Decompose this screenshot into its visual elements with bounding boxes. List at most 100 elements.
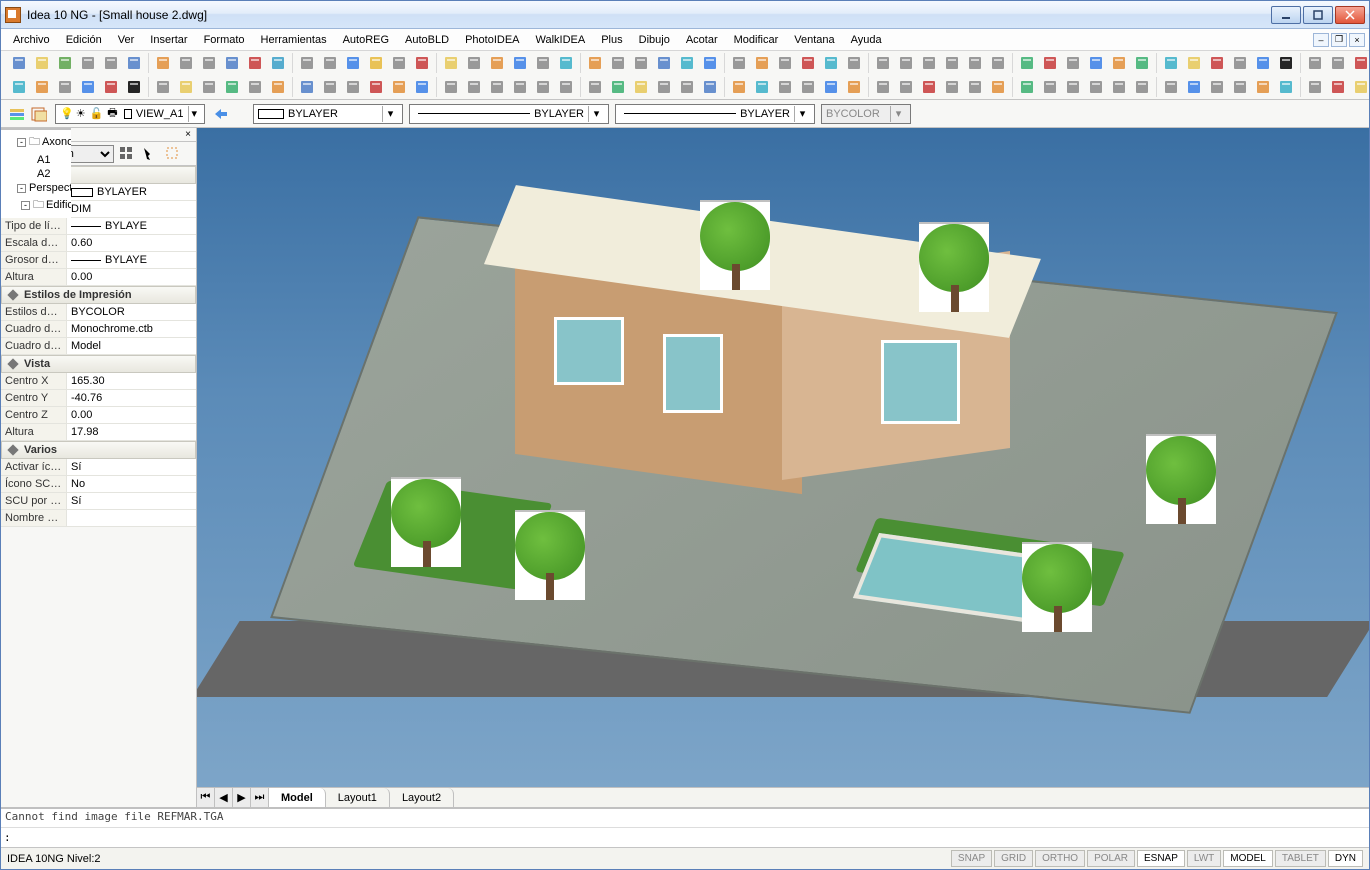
lineweight-combo[interactable]: BYLAYER ▾	[615, 104, 815, 124]
toolbar-button[interactable]	[919, 77, 939, 97]
property-row[interactable]: Estilos de I…BYCOLOR	[1, 304, 196, 321]
mdi-minimize-button[interactable]: –	[1313, 33, 1329, 47]
property-value[interactable]: No	[67, 476, 196, 492]
toolbar-button[interactable]	[654, 53, 674, 73]
tab-model[interactable]: Model	[269, 788, 326, 807]
toolbar-button[interactable]	[1109, 77, 1129, 97]
tree-node[interactable]: -Perspectiva	[3, 181, 69, 195]
toolbar-button[interactable]	[389, 77, 409, 97]
menu-ver[interactable]: Ver	[110, 31, 143, 49]
property-row[interactable]: Activar ícon…Sí	[1, 459, 196, 476]
menu-autobld[interactable]: AutoBLD	[397, 31, 457, 49]
panel-close-button[interactable]: ×	[182, 128, 194, 140]
toolbar-button[interactable]	[919, 53, 939, 73]
toolbar-button[interactable]	[101, 77, 121, 97]
toolbar-button[interactable]	[441, 77, 461, 97]
toolbar-button[interactable]	[844, 53, 864, 73]
status-toggle-lwt[interactable]: LWT	[1187, 850, 1221, 867]
status-toggle-polar[interactable]: POLAR	[1087, 850, 1135, 867]
toolbar-button[interactable]	[988, 77, 1008, 97]
toolbar-button[interactable]	[1132, 77, 1152, 97]
toolbar-button[interactable]	[798, 77, 818, 97]
toolbar-button[interactable]	[1328, 77, 1348, 97]
layer-combo[interactable]: 💡 ☀ 🔓 🖶 VIEW_A1 ▾	[55, 104, 205, 124]
property-value[interactable]: 0.00	[67, 269, 196, 285]
toolbar-button[interactable]	[533, 77, 553, 97]
toolbar-button[interactable]	[896, 77, 916, 97]
menu-acotar[interactable]: Acotar	[678, 31, 726, 49]
status-toggle-dyn[interactable]: DYN	[1328, 850, 1363, 867]
toolbar-button[interactable]	[101, 53, 121, 73]
menu-autoreg[interactable]: AutoREG	[335, 31, 397, 49]
toolbar-button[interactable]	[1086, 53, 1106, 73]
property-row[interactable]: Altura17.98	[1, 424, 196, 441]
menu-dibujo[interactable]: Dibujo	[631, 31, 678, 49]
toolbar-button[interactable]	[9, 53, 29, 73]
tab-nav-prev[interactable]: ◀	[215, 788, 233, 807]
toolbar-button[interactable]	[510, 53, 530, 73]
section-header[interactable]: Vista	[1, 355, 196, 373]
toolbar-button[interactable]	[798, 53, 818, 73]
status-toggle-tablet[interactable]: TABLET	[1275, 850, 1326, 867]
toolbar-button[interactable]	[1063, 77, 1083, 97]
mdi-close-button[interactable]: ×	[1349, 33, 1365, 47]
toolbar-button[interactable]	[412, 53, 432, 73]
toolbar-button[interactable]	[268, 53, 288, 73]
toolbar-button[interactable]	[343, 77, 363, 97]
toolbar-button[interactable]	[510, 77, 530, 97]
toolbar-button[interactable]	[464, 53, 484, 73]
toolbar-button[interactable]	[942, 53, 962, 73]
toolbar-button[interactable]	[199, 77, 219, 97]
status-toggle-ortho[interactable]: ORTHO	[1035, 850, 1085, 867]
toolbar-button[interactable]	[608, 53, 628, 73]
toolbar-button[interactable]	[9, 77, 29, 97]
toolbar-button[interactable]	[1161, 77, 1181, 97]
property-value[interactable]: DIM	[67, 201, 196, 217]
toolbar-button[interactable]	[729, 53, 749, 73]
toolbar-button[interactable]	[631, 77, 651, 97]
toolbar-button[interactable]	[1207, 53, 1227, 73]
toolbar-button[interactable]	[775, 53, 795, 73]
menu-modificar[interactable]: Modificar	[726, 31, 787, 49]
toolbar-button[interactable]	[844, 77, 864, 97]
toolbar-button[interactable]	[1305, 53, 1325, 73]
menu-ventana[interactable]: Ventana	[786, 31, 842, 49]
toolbar-button[interactable]	[654, 77, 674, 97]
menu-ayuda[interactable]: Ayuda	[843, 31, 890, 49]
toolbar-button[interactable]	[124, 77, 144, 97]
tab-nav-first[interactable]: ⏮	[197, 788, 215, 807]
tree-node[interactable]: P1	[3, 216, 69, 218]
toolbar-button[interactable]	[464, 77, 484, 97]
toolbar-button[interactable]	[585, 77, 605, 97]
tree-toggle-icon[interactable]: -	[17, 184, 26, 193]
toolbar-button[interactable]	[677, 53, 697, 73]
toolbar-button[interactable]	[873, 77, 893, 97]
toolbar-button[interactable]	[320, 53, 340, 73]
tab-layout2[interactable]: Layout2	[390, 788, 454, 807]
toolbar-button[interactable]	[176, 77, 196, 97]
tab-nav-last[interactable]: ⏭	[251, 788, 269, 807]
property-row[interactable]: Tipo de líneaBYLAYE	[1, 218, 196, 235]
menu-herramientas[interactable]: Herramientas	[253, 31, 335, 49]
toolbar-button[interactable]	[487, 53, 507, 73]
property-row[interactable]: SCU por Ve…Sí	[1, 493, 196, 510]
property-row[interactable]: Nombre del…	[1, 510, 196, 527]
toolbar-button[interactable]	[1276, 53, 1296, 73]
section-header[interactable]: Varios	[1, 441, 196, 459]
toolbar-button[interactable]	[153, 77, 173, 97]
toolbar-button[interactable]	[821, 53, 841, 73]
menu-photoidea[interactable]: PhotoIDEA	[457, 31, 527, 49]
toolbar-button[interactable]	[1230, 77, 1250, 97]
toolbar-button[interactable]	[965, 77, 985, 97]
select-objects-icon[interactable]	[163, 144, 183, 164]
toolbar-button[interactable]	[32, 53, 52, 73]
toolbar-button[interactable]	[729, 77, 749, 97]
toolbar-button[interactable]	[1328, 53, 1348, 73]
toolbar-button[interactable]	[631, 53, 651, 73]
toolbar-button[interactable]	[320, 77, 340, 97]
linetype-combo[interactable]: BYLAYER ▾	[409, 104, 609, 124]
toolbar-button[interactable]	[775, 77, 795, 97]
section-header[interactable]: Estilos de Impresión	[1, 286, 196, 304]
toolbar-button[interactable]	[78, 53, 98, 73]
toolbar-button[interactable]	[1109, 53, 1129, 73]
